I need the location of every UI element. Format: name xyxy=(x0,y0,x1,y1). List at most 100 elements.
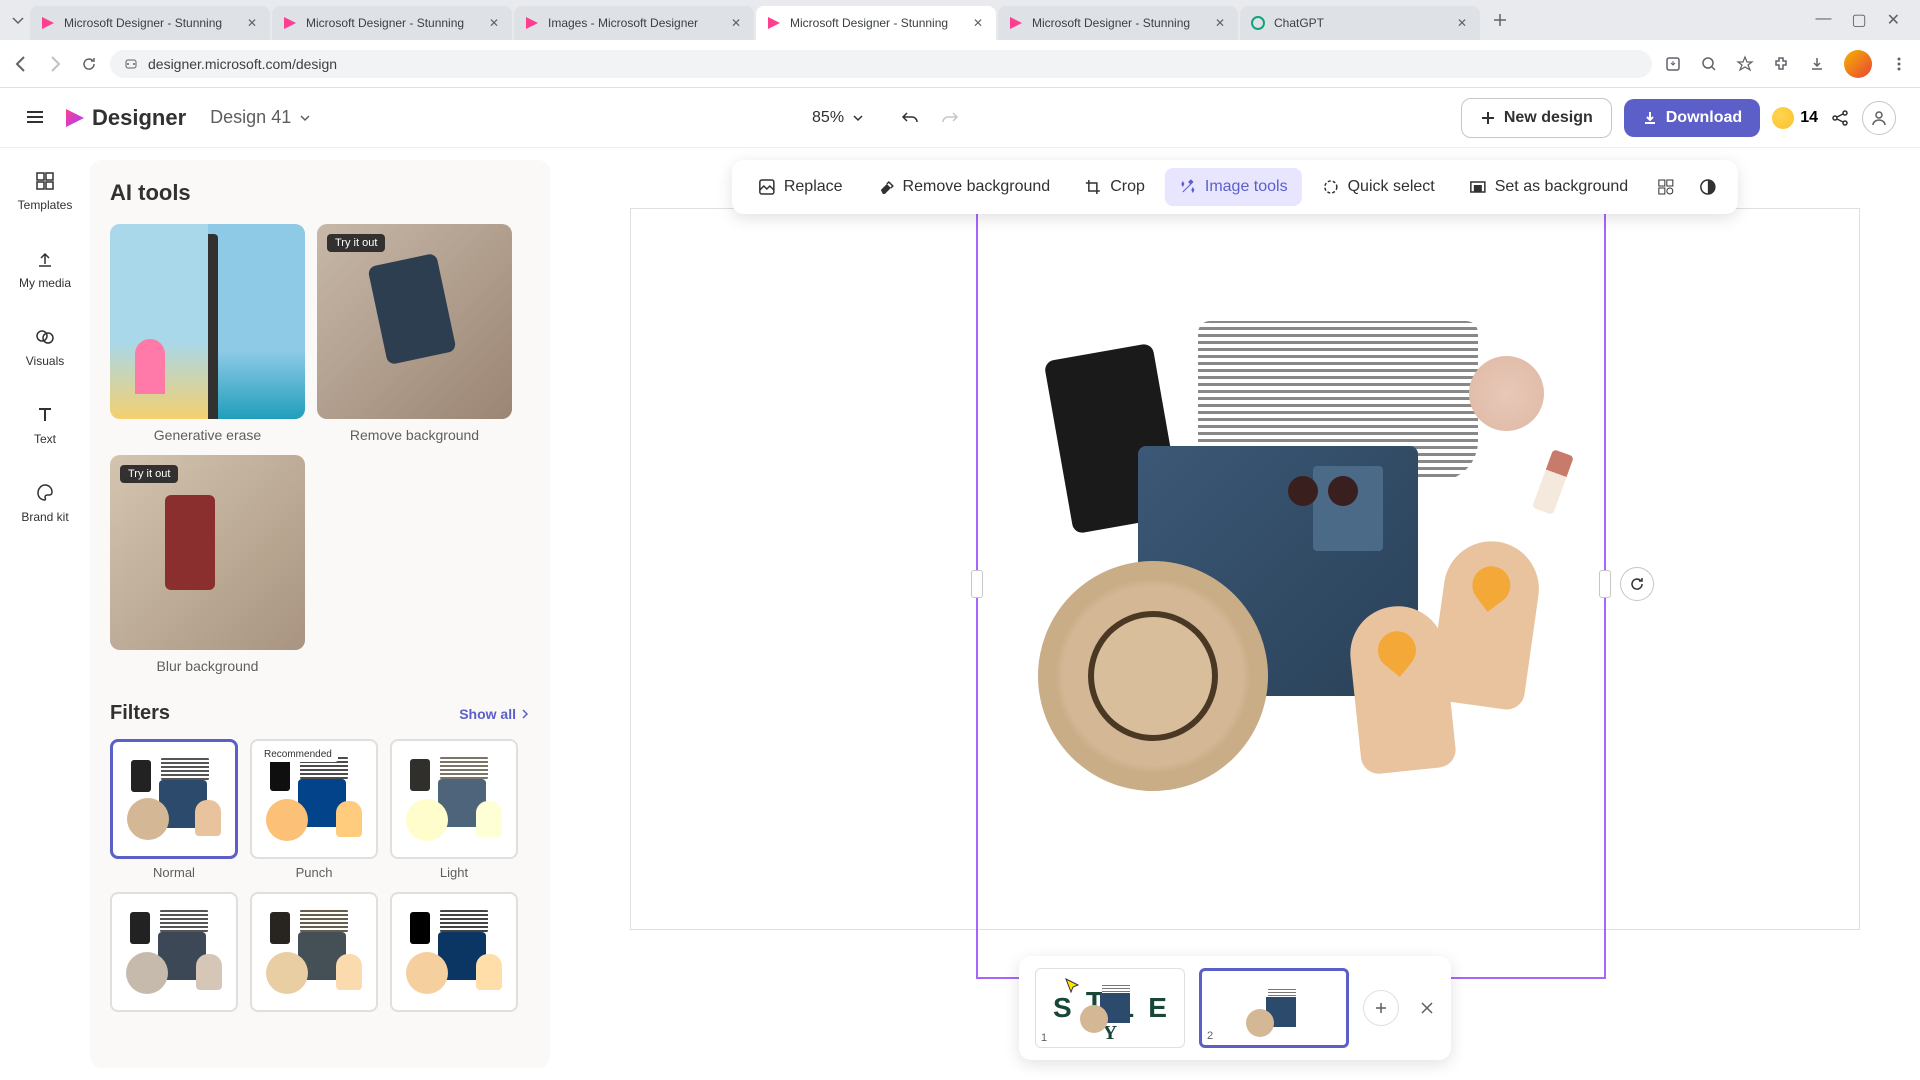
replace-button[interactable]: Replace xyxy=(744,168,857,206)
designer-logo[interactable]: Designer xyxy=(64,105,186,131)
opacity-icon[interactable] xyxy=(1690,169,1726,205)
canvas-area[interactable]: Replace Remove background Crop Image too… xyxy=(550,148,1920,1080)
close-icon[interactable]: ✕ xyxy=(1454,15,1470,31)
add-page-button[interactable] xyxy=(1363,990,1399,1026)
extensions-icon[interactable] xyxy=(1772,55,1790,73)
tab-title: Microsoft Designer - Stunning xyxy=(790,16,962,30)
rail-text[interactable]: Text xyxy=(8,394,82,456)
crop-button[interactable]: Crop xyxy=(1070,168,1159,206)
design-title-text: Design 41 xyxy=(210,107,291,128)
filter-option[interactable] xyxy=(110,892,238,1012)
resize-handle-right[interactable] xyxy=(1599,570,1611,598)
page-number: 1 xyxy=(1041,1032,1047,1044)
coin-icon xyxy=(1772,107,1794,129)
visuals-icon xyxy=(34,326,56,348)
ai-tool-remove-background[interactable]: Try it out Remove background xyxy=(317,224,512,443)
browser-tab[interactable]: ChatGPT ✕ xyxy=(1240,6,1480,40)
chevron-down-icon xyxy=(852,112,864,124)
rail-brand-kit[interactable]: Brand kit xyxy=(8,472,82,534)
maximize-icon[interactable]: ▢ xyxy=(1851,10,1866,30)
color-extract-icon[interactable] xyxy=(1648,169,1684,205)
replace-icon xyxy=(758,178,776,196)
zoom-control[interactable]: 85% xyxy=(812,109,864,127)
browser-tab[interactable]: Microsoft Designer - Stunning ✕ xyxy=(30,6,270,40)
rail-templates[interactable]: Templates xyxy=(8,160,82,222)
back-icon[interactable] xyxy=(12,55,30,73)
rail-visuals[interactable]: Visuals xyxy=(8,316,82,378)
rotate-handle[interactable] xyxy=(1620,567,1654,601)
design-title-dropdown[interactable]: Design 41 xyxy=(210,107,311,128)
hamburger-menu-icon[interactable] xyxy=(24,106,48,130)
try-it-out-badge: Try it out xyxy=(327,234,385,252)
close-icon[interactable]: ✕ xyxy=(728,15,744,31)
menu-icon[interactable] xyxy=(1890,55,1908,73)
side-panel: AI tools Try it out Generative erase Try… xyxy=(90,160,550,1068)
install-app-icon[interactable] xyxy=(1664,55,1682,73)
page-strip: S T L E Y 1 2 xyxy=(1019,956,1451,1060)
chatgpt-favicon-icon xyxy=(1250,15,1266,31)
filter-punch[interactable]: Recommended Punch xyxy=(250,739,378,880)
new-design-button[interactable]: New design xyxy=(1461,98,1612,138)
close-page-strip-icon[interactable] xyxy=(1419,1000,1435,1016)
set-bg-icon xyxy=(1469,178,1487,196)
ai-tool-label: Blur background xyxy=(110,658,305,674)
main-area: Templates My media Visuals Text Brand ki… xyxy=(0,148,1920,1080)
filter-label: Light xyxy=(390,865,518,880)
minimize-icon[interactable]: — xyxy=(1815,10,1831,30)
site-info-icon[interactable] xyxy=(124,57,138,71)
rail-label: Brand kit xyxy=(21,510,68,524)
quick-select-label: Quick select xyxy=(1348,178,1435,196)
rotate-icon xyxy=(1628,575,1646,593)
rail-label: My media xyxy=(19,276,71,290)
tab-strip: Microsoft Designer - Stunning ✕ Microsof… xyxy=(0,0,1920,40)
upload-icon xyxy=(34,248,56,270)
set-as-background-button[interactable]: Set as background xyxy=(1455,168,1642,206)
close-icon[interactable]: ✕ xyxy=(486,15,502,31)
reload-icon[interactable] xyxy=(80,55,98,73)
browser-tab[interactable]: Images - Microsoft Designer ✕ xyxy=(514,6,754,40)
image-tools-button[interactable]: Image tools xyxy=(1165,168,1302,206)
artboard[interactable] xyxy=(630,208,1860,930)
forward-icon xyxy=(46,55,64,73)
credits-counter[interactable]: 14 xyxy=(1772,107,1818,129)
download-button[interactable]: Download xyxy=(1624,99,1760,137)
browser-tab-active[interactable]: Microsoft Designer - Stunning ✕ xyxy=(756,6,996,40)
close-icon[interactable]: ✕ xyxy=(244,15,260,31)
browser-tab[interactable]: Microsoft Designer - Stunning ✕ xyxy=(272,6,512,40)
browser-tab[interactable]: Microsoft Designer - Stunning ✕ xyxy=(998,6,1238,40)
show-all-link[interactable]: Show all xyxy=(459,706,530,722)
filter-option[interactable] xyxy=(390,892,518,1012)
page-thumbnail-2[interactable]: 2 xyxy=(1199,968,1349,1048)
zoom-icon[interactable] xyxy=(1700,55,1718,73)
close-window-icon[interactable]: ✕ xyxy=(1887,10,1900,30)
rail-my-media[interactable]: My media xyxy=(8,238,82,300)
rail-label: Visuals xyxy=(26,354,64,368)
brandkit-icon xyxy=(34,482,56,504)
filter-light[interactable]: Light xyxy=(390,739,518,880)
remove-background-button[interactable]: Remove background xyxy=(863,168,1065,206)
undo-icon[interactable] xyxy=(900,108,920,128)
remove-bg-label: Remove background xyxy=(903,178,1051,196)
quick-select-button[interactable]: Quick select xyxy=(1308,168,1449,206)
selection-box[interactable] xyxy=(976,189,1606,979)
ai-tool-blur-background[interactable]: Try it out Blur background xyxy=(110,455,305,674)
filter-normal[interactable]: Normal xyxy=(110,739,238,880)
account-avatar[interactable] xyxy=(1862,101,1896,135)
zoom-value: 85% xyxy=(812,109,844,127)
bookmark-icon[interactable] xyxy=(1736,55,1754,73)
ai-tool-generative-erase[interactable]: Try it out Generative erase xyxy=(110,224,305,443)
download-label: Download xyxy=(1666,109,1742,127)
close-icon[interactable]: ✕ xyxy=(1212,15,1228,31)
flatlay-image[interactable] xyxy=(1008,321,1574,781)
url-field[interactable]: designer.microsoft.com/design xyxy=(110,50,1652,78)
new-tab-button[interactable] xyxy=(1486,6,1514,34)
close-icon[interactable]: ✕ xyxy=(970,15,986,31)
crop-icon xyxy=(1084,178,1102,196)
resize-handle-left[interactable] xyxy=(971,570,983,598)
downloads-icon[interactable] xyxy=(1808,55,1826,73)
share-icon[interactable] xyxy=(1830,108,1850,128)
filter-option[interactable] xyxy=(250,892,378,1012)
page-thumbnail-1[interactable]: S T L E Y 1 xyxy=(1035,968,1185,1048)
profile-avatar[interactable] xyxy=(1844,50,1872,78)
tab-list-menu-icon[interactable] xyxy=(8,10,28,30)
